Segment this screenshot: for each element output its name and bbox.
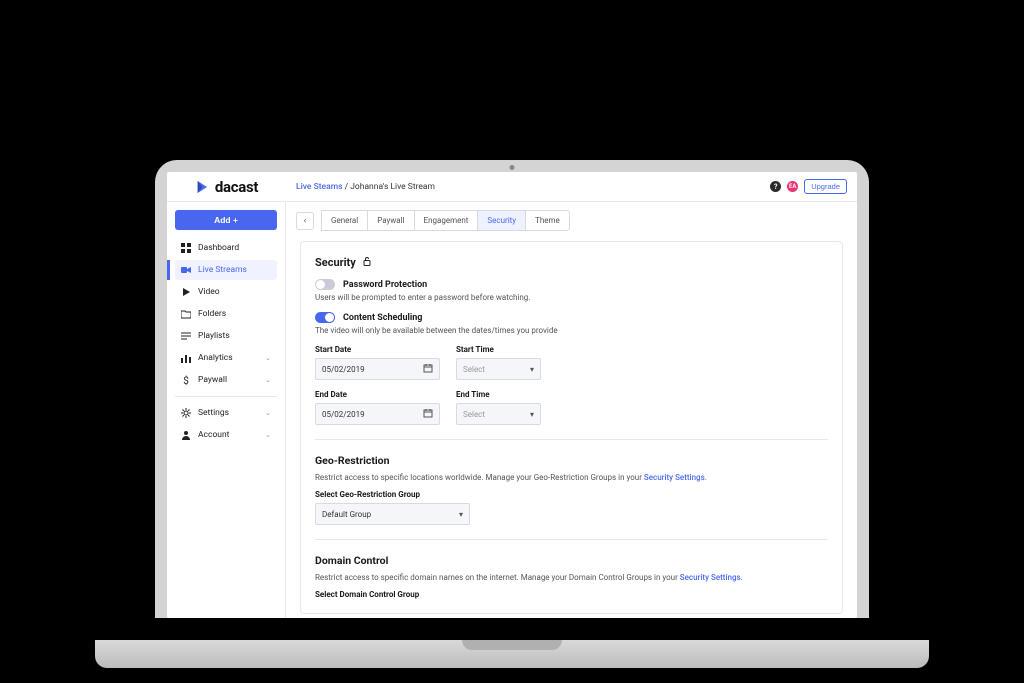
play-icon bbox=[181, 287, 191, 297]
top-bar: dacast Live Steams / Johanna's Live Stre… bbox=[167, 172, 857, 202]
password-protection-desc: Users will be prompted to enter a passwo… bbox=[315, 293, 828, 302]
sidebar-item-account[interactable]: Account ⌄ bbox=[175, 425, 277, 445]
sidebar-item-label: Playlists bbox=[198, 331, 230, 341]
end-time-select[interactable]: Select ▾ bbox=[456, 403, 541, 425]
chevron-down-icon: ⌄ bbox=[265, 376, 271, 384]
tab-paywall[interactable]: Paywall bbox=[367, 210, 414, 231]
tab-engagement[interactable]: Engagement bbox=[414, 210, 479, 231]
chevron-down-icon: ⌄ bbox=[265, 409, 271, 417]
password-protection-label: Password Protection bbox=[343, 280, 427, 290]
folder-icon bbox=[181, 309, 191, 319]
section-title-domain: Domain Control bbox=[315, 554, 828, 567]
sidebar-item-label: Folders bbox=[198, 309, 226, 319]
geo-group-select[interactable]: Default Group ▾ bbox=[315, 503, 470, 525]
sidebar-item-label: Analytics bbox=[198, 353, 233, 363]
sidebar-item-label: Video bbox=[198, 287, 220, 297]
sidebar-divider bbox=[175, 396, 277, 397]
chevron-down-icon: ⌄ bbox=[265, 354, 271, 362]
sidebar-item-dashboard[interactable]: Dashboard bbox=[175, 238, 277, 258]
end-date-input[interactable]: 05/02/2019 bbox=[315, 403, 440, 425]
start-time-label: Start Time bbox=[456, 345, 541, 354]
section-title-security: Security bbox=[315, 256, 828, 269]
avatar[interactable]: EA bbox=[787, 181, 798, 192]
geo-select-label: Select Geo-Restriction Group bbox=[315, 490, 828, 499]
chevron-down-icon: ▾ bbox=[530, 365, 534, 374]
sidebar-item-label: Settings bbox=[198, 408, 229, 418]
sidebar-item-label: Dashboard bbox=[198, 243, 239, 253]
divider bbox=[315, 439, 828, 440]
divider bbox=[315, 539, 828, 540]
chevron-down-icon: ⌄ bbox=[265, 431, 271, 439]
sidebar-item-folders[interactable]: Folders bbox=[175, 304, 277, 324]
person-icon bbox=[181, 430, 191, 440]
security-panel: Security Password Protection Users will … bbox=[300, 241, 843, 614]
start-date-label: Start Date bbox=[315, 345, 440, 354]
domain-select-label: Select Domain Control Group bbox=[315, 590, 828, 599]
content-scheduling-desc: The video will only be available between… bbox=[315, 326, 828, 335]
chevron-down-icon: ▾ bbox=[530, 410, 534, 419]
lock-icon bbox=[362, 256, 372, 269]
sidebar-item-label: Paywall bbox=[198, 375, 227, 385]
sidebar-item-label: Live Streams bbox=[198, 265, 247, 275]
sidebar-item-label: Account bbox=[198, 430, 229, 440]
tab-security[interactable]: Security bbox=[477, 210, 526, 231]
content-scheduling-label: Content Scheduling bbox=[343, 313, 422, 323]
sidebar-item-settings[interactable]: Settings ⌄ bbox=[175, 403, 277, 423]
domain-description: Restrict access to specific domain names… bbox=[315, 573, 828, 582]
calendar-icon bbox=[423, 408, 433, 420]
brand-text: dacast bbox=[215, 178, 258, 196]
sidebar-item-paywall[interactable]: $ Paywall ⌄ bbox=[175, 370, 277, 390]
breadcrumb-root[interactable]: Live Steams bbox=[296, 182, 342, 192]
list-icon bbox=[181, 331, 191, 341]
calendar-icon bbox=[423, 363, 433, 375]
start-time-select[interactable]: Select ▾ bbox=[456, 358, 541, 380]
camera-icon bbox=[181, 265, 191, 275]
breadcrumb: Live Steams / Johanna's Live Stream bbox=[286, 182, 770, 192]
tabs: ‹ General Paywall Engagement Security Th… bbox=[286, 202, 857, 239]
geo-description: Restrict access to specific locations wo… bbox=[315, 473, 828, 482]
analytics-icon bbox=[181, 353, 191, 363]
app-window: dacast Live Steams / Johanna's Live Stre… bbox=[167, 172, 857, 618]
add-button[interactable]: Add + bbox=[175, 210, 277, 230]
section-title-geo: Geo-Restriction bbox=[315, 454, 828, 467]
security-settings-link[interactable]: Security Settings bbox=[644, 473, 705, 482]
svg-text:$: $ bbox=[183, 375, 189, 385]
breadcrumb-current: Johanna's Live Stream bbox=[350, 182, 435, 192]
tab-theme[interactable]: Theme bbox=[525, 210, 570, 231]
back-button[interactable]: ‹ bbox=[296, 212, 314, 230]
end-time-label: End Time bbox=[456, 390, 541, 399]
toggle-password-protection[interactable] bbox=[315, 279, 335, 290]
sidebar: Add + Dashboard Live Streams Video bbox=[167, 202, 286, 618]
chevron-down-icon: ▾ bbox=[459, 510, 463, 519]
end-date-label: End Date bbox=[315, 390, 440, 399]
tab-general[interactable]: General bbox=[321, 210, 368, 231]
gear-icon bbox=[181, 408, 191, 418]
dollar-icon: $ bbox=[181, 375, 191, 385]
dashboard-icon bbox=[181, 243, 191, 253]
sidebar-item-playlists[interactable]: Playlists bbox=[175, 326, 277, 346]
brand-logo[interactable]: dacast bbox=[167, 178, 286, 196]
help-icon[interactable]: ? bbox=[770, 181, 781, 192]
start-date-input[interactable]: 05/02/2019 bbox=[315, 358, 440, 380]
upgrade-button[interactable]: Upgrade bbox=[804, 179, 847, 194]
toggle-content-scheduling[interactable] bbox=[315, 312, 335, 323]
sidebar-item-video[interactable]: Video bbox=[175, 282, 277, 302]
main-content: ‹ General Paywall Engagement Security Th… bbox=[286, 202, 857, 618]
logo-icon bbox=[195, 179, 211, 195]
sidebar-item-analytics[interactable]: Analytics ⌄ bbox=[175, 348, 277, 368]
sidebar-item-live-streams[interactable]: Live Streams bbox=[175, 260, 277, 280]
security-settings-link[interactable]: Security Settings bbox=[680, 573, 741, 582]
